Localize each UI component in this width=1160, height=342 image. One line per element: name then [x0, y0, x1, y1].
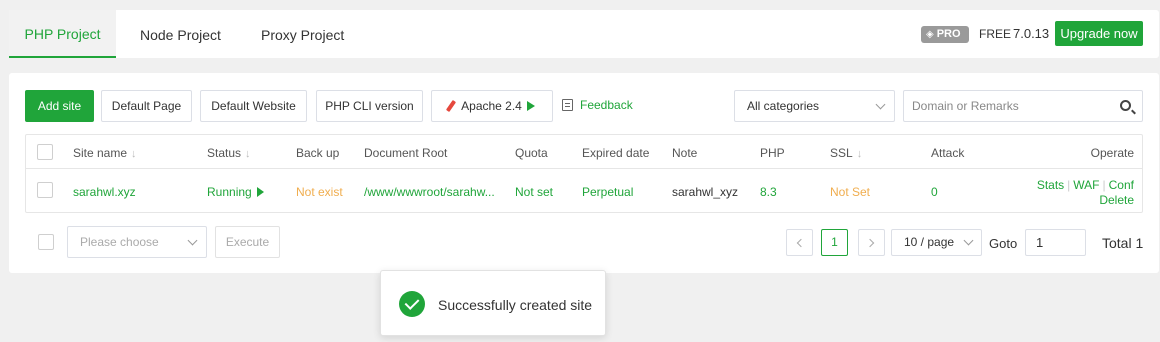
upgrade-button[interactable]: Upgrade now [1055, 21, 1143, 46]
operate-line-2: Delete [1037, 193, 1134, 208]
col-status[interactable]: Status ↓ [207, 146, 251, 160]
feedback-label: Feedback [580, 98, 633, 112]
chevron-down-icon [187, 235, 198, 246]
col-operate: Operate [1090, 146, 1134, 160]
pro-badge-label: PRO [936, 28, 961, 40]
add-site-button[interactable]: Add site [25, 90, 94, 122]
quota-link[interactable]: Not set [515, 185, 553, 199]
chevron-right-icon [865, 238, 875, 248]
php-cli-version-button[interactable]: PHP CLI version [316, 90, 423, 122]
status-toggle[interactable]: Running [207, 185, 264, 199]
diamond-icon: ◈ [926, 29, 934, 40]
row-checkbox[interactable] [37, 182, 53, 198]
col-note: Note [672, 146, 698, 160]
feedback-icon [562, 99, 573, 111]
default-page-button[interactable]: Default Page [101, 90, 192, 122]
chevron-down-icon [963, 235, 974, 246]
apache-label: Apache 2.4 [461, 99, 522, 113]
goto-page-input[interactable]: 1 [1025, 229, 1086, 256]
waf-link[interactable]: WAF [1073, 178, 1099, 192]
pro-badge: ◈ PRO [921, 26, 969, 43]
backup-link[interactable]: Not exist [296, 185, 343, 199]
toast-message: Successfully created site [438, 297, 593, 313]
col-php: PHP [760, 146, 785, 160]
col-site-name-label: Site name [73, 146, 128, 160]
batch-select-checkbox[interactable] [38, 234, 54, 250]
play-icon [526, 101, 535, 111]
apache-button[interactable]: Apache 2.4 [431, 90, 553, 122]
search-icon[interactable] [1120, 100, 1131, 111]
divider: | [1067, 178, 1071, 192]
table-row: sarahwl.xyz Running Not exist /www/wwwro… [26, 170, 1142, 213]
stats-link[interactable]: Stats [1037, 178, 1064, 192]
batch-select-placeholder: Please choose [80, 235, 159, 249]
goto-label: Goto [989, 236, 1018, 251]
page-size-select[interactable]: 10 / page [891, 229, 982, 256]
site-table: Site name ↓ Status ↓ Back up Document Root… [25, 134, 1143, 213]
search-input[interactable] [904, 91, 1104, 121]
divider: | [1102, 178, 1106, 192]
sort-arrow-icon: ↓ [245, 148, 251, 160]
table-header: Site name ↓ Status ↓ Back up Document Root… [26, 135, 1142, 169]
operate-links: Stats | WAF | Conf Delete [1037, 178, 1134, 208]
project-tabs-bar: PHP Project Node Project Proxy Project ◈… [9, 10, 1159, 58]
col-backup: Back up [296, 146, 340, 160]
col-attack: Attack [931, 146, 965, 160]
col-status-label: Status [207, 146, 242, 160]
batch-operation-select[interactable]: Please choose [67, 226, 207, 258]
category-select-value: All categories [747, 99, 820, 113]
col-ssl-label: SSL [830, 146, 853, 160]
next-page-button[interactable] [858, 229, 885, 256]
chevron-down-icon [875, 99, 886, 110]
expired-date-link[interactable]: Perpetual [582, 185, 633, 199]
attack-count[interactable]: 0 [931, 185, 938, 199]
category-select[interactable]: All categories [734, 90, 895, 122]
site-list-panel: Add site Default Page Default Website PH… [9, 73, 1159, 273]
sort-arrow-icon: ↓ [131, 148, 137, 160]
php-version-link[interactable]: 8.3 [760, 185, 777, 199]
delete-link[interactable]: Delete [1099, 193, 1134, 207]
select-all-checkbox[interactable] [37, 144, 53, 160]
check-circle-icon [399, 291, 425, 317]
operate-line-1: Stats | WAF | Conf [1037, 178, 1134, 193]
ssl-link[interactable]: Not Set [830, 185, 870, 199]
sort-arrow-icon: ↓ [856, 148, 863, 160]
feedback-link[interactable]: Feedback [562, 98, 633, 112]
col-expired: Expired date [582, 146, 650, 160]
play-icon [256, 187, 264, 197]
total-count: Total 1 [1102, 235, 1144, 251]
plan-label: FREE [979, 27, 1012, 41]
page-size-value: 10 / page [904, 235, 955, 249]
status-label: Running [207, 185, 252, 199]
success-toast: Successfully created site [380, 270, 606, 336]
tab-node-project[interactable]: Node Project [140, 10, 221, 58]
col-ssl[interactable]: SSL ↓ [830, 146, 862, 160]
tab-php-project[interactable]: PHP Project [9, 10, 116, 58]
conf-link[interactable]: Conf [1109, 178, 1134, 192]
search-box [903, 90, 1143, 122]
page-number-current[interactable]: 1 [821, 229, 848, 256]
site-name-link[interactable]: sarahwl.xyz [73, 185, 136, 199]
prev-page-button[interactable] [786, 229, 813, 256]
tab-proxy-project[interactable]: Proxy Project [261, 10, 344, 58]
execute-button[interactable]: Execute [215, 226, 280, 258]
col-quota: Quota [515, 146, 548, 160]
doc-root-link[interactable]: /www/wwwroot/sarahw... [364, 185, 495, 199]
default-website-button[interactable]: Default Website [200, 90, 307, 122]
col-site-name[interactable]: Site name ↓ [73, 146, 137, 160]
feather-icon [446, 99, 457, 113]
note-field[interactable]: sarahwl_xyz [672, 185, 738, 199]
col-doc-root: Document Root [364, 146, 448, 160]
version-label: 7.0.13 [1013, 26, 1050, 41]
chevron-left-icon [796, 238, 806, 248]
